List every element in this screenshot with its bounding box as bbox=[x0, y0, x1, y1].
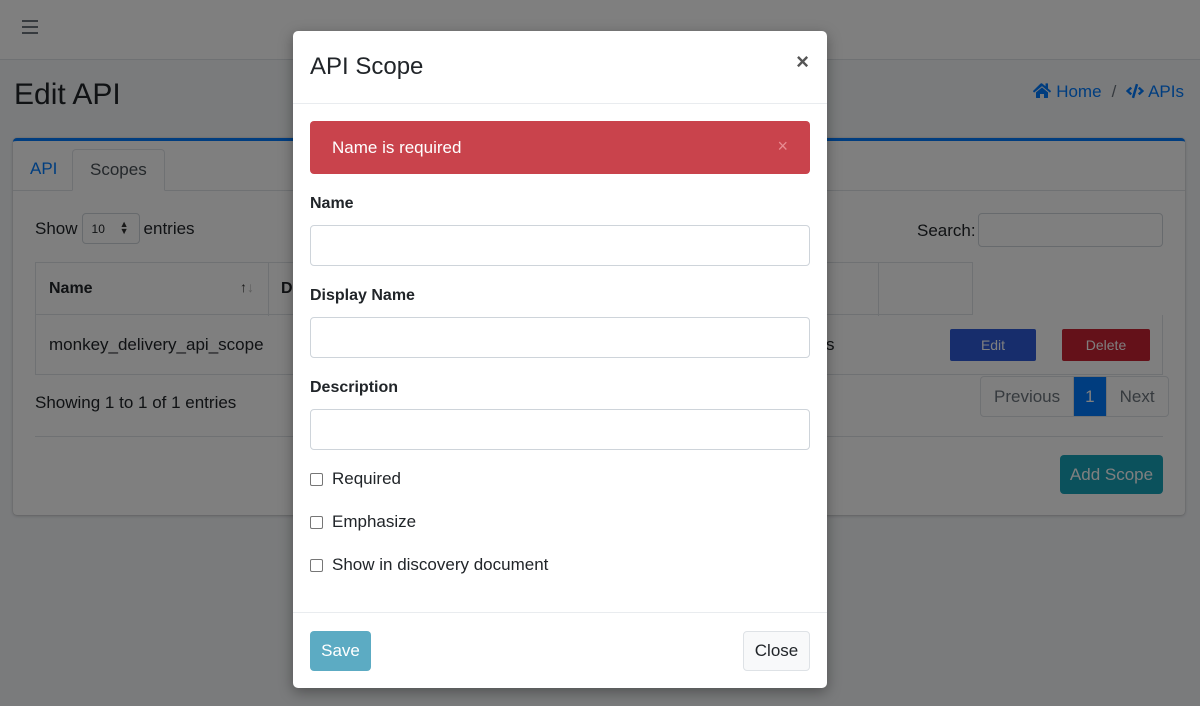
emphasize-checkbox-row[interactable]: Emphasize bbox=[310, 512, 416, 532]
required-checkbox[interactable] bbox=[310, 472, 323, 486]
modal-header: API Scope × bbox=[293, 31, 827, 104]
show-in-discovery-checkbox[interactable] bbox=[310, 558, 323, 572]
emphasize-label: Emphasize bbox=[332, 512, 417, 531]
name-field[interactable] bbox=[310, 225, 810, 266]
api-scope-modal: API Scope × Name is required × Name Disp… bbox=[293, 31, 827, 688]
alert-close-icon[interactable]: × bbox=[777, 136, 788, 157]
required-label: Required bbox=[332, 469, 401, 488]
display-name-label: Display Name bbox=[310, 287, 415, 304]
emphasize-checkbox[interactable] bbox=[310, 515, 323, 529]
modal-close-icon[interactable]: × bbox=[796, 49, 809, 75]
required-checkbox-row[interactable]: Required bbox=[310, 469, 401, 489]
save-button[interactable]: Save bbox=[310, 631, 371, 671]
discovery-checkbox-row[interactable]: Show in discovery document bbox=[310, 555, 548, 575]
error-alert: Name is required × bbox=[310, 121, 810, 174]
modal-title: API Scope bbox=[310, 53, 424, 80]
description-label: Description bbox=[310, 379, 399, 396]
description-field[interactable] bbox=[310, 409, 810, 450]
alert-message: Name is required bbox=[332, 138, 462, 157]
name-label: Name bbox=[310, 195, 354, 212]
show-in-discovery-label: Show in discovery document bbox=[332, 555, 549, 574]
display-name-field[interactable] bbox=[310, 317, 810, 358]
close-button[interactable]: Close bbox=[743, 631, 810, 671]
modal-footer: Save Close bbox=[293, 612, 827, 688]
